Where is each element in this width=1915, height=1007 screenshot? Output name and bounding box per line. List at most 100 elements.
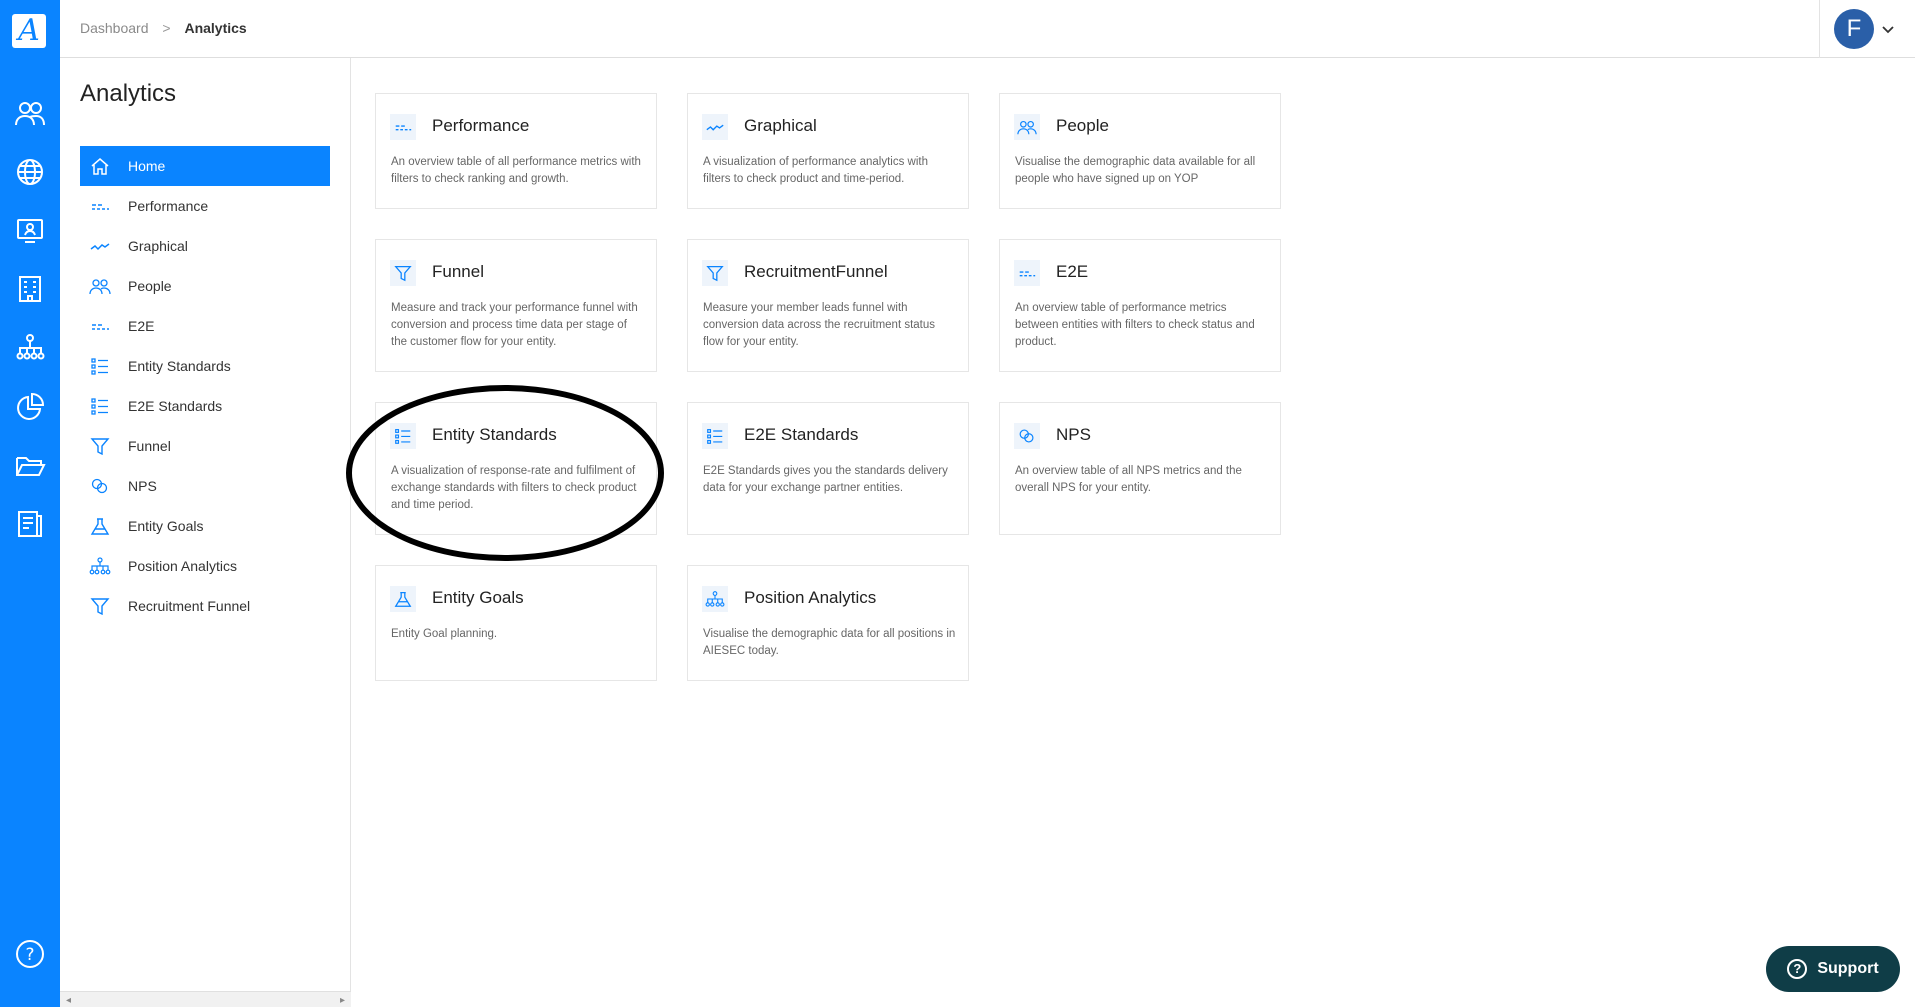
help-icon[interactable]: ? — [12, 937, 48, 971]
card-title: Graphical — [744, 116, 817, 135]
support-button[interactable]: ? Support — [1766, 946, 1900, 992]
sidebar-item-label: People — [128, 278, 172, 294]
sidebar-item-label: Home — [128, 158, 166, 174]
pie-chart-icon[interactable] — [12, 390, 48, 424]
table-icon — [1014, 260, 1040, 286]
circles-icon — [1014, 423, 1040, 449]
breadcrumb: Dashboard > Analytics — [80, 20, 247, 36]
building-icon[interactable] — [12, 272, 48, 306]
breadcrumb-current: Analytics — [184, 20, 247, 36]
funnel-icon — [88, 596, 112, 616]
card-description: A visualization of performance analytics… — [703, 156, 928, 185]
app-logo[interactable]: A — [12, 14, 46, 48]
sidebar-item-home[interactable]: Home — [80, 146, 330, 186]
horizontal-scrollbar[interactable]: ◂ ▸ — [60, 991, 351, 1007]
card-title: Entity Goals — [432, 588, 524, 607]
people-icon — [1014, 114, 1040, 140]
monitor-user-icon[interactable] — [12, 213, 48, 247]
card-description: An overview table of performance metrics… — [1015, 302, 1255, 348]
avatar[interactable]: F — [1834, 9, 1874, 49]
sidebar-item-e2e[interactable]: E2E — [80, 306, 330, 346]
sidebar-item-label: Graphical — [128, 238, 188, 254]
circles-icon — [88, 476, 112, 496]
card-description: A visualization of response-rate and ful… — [391, 465, 637, 511]
sidebar-item-nps[interactable]: NPS — [80, 466, 330, 506]
line-chart-icon — [702, 114, 728, 140]
card-recruitment-funnel[interactable]: RecruitmentFunnel Measure your member le… — [687, 239, 969, 372]
org-chart-icon — [88, 556, 112, 576]
card-title: E2E Standards — [744, 425, 859, 444]
card-funnel[interactable]: Funnel Measure and track your performanc… — [375, 239, 657, 372]
sidebar-item-label: Recruitment Funnel — [128, 598, 251, 614]
card-title: RecruitmentFunnel — [744, 262, 888, 281]
help-glyph: ? — [25, 945, 34, 965]
sidebar-item-people[interactable]: People — [80, 266, 330, 306]
scroll-right-icon[interactable]: ▸ — [340, 995, 345, 1006]
sidebar-item-position-analytics[interactable]: Position Analytics — [80, 546, 330, 586]
sidebar-item-entity-goals[interactable]: Entity Goals — [80, 506, 330, 546]
card-graphical[interactable]: Graphical A visualization of performance… — [687, 93, 969, 209]
sidebar-item-label: Position Analytics — [128, 558, 237, 574]
user-menu[interactable]: F — [1819, 0, 1915, 58]
list-icon — [88, 396, 112, 416]
card-entity-goals[interactable]: Entity Goals Entity Goal planning. — [375, 565, 657, 681]
card-title: People — [1056, 116, 1109, 135]
card-nps[interactable]: NPS An overview table of all NPS metrics… — [999, 402, 1281, 535]
card-description: E2E Standards gives you the standards de… — [703, 465, 948, 494]
funnel-icon — [702, 260, 728, 286]
breadcrumb-dashboard[interactable]: Dashboard — [80, 20, 149, 36]
card-title: Performance — [432, 116, 530, 135]
sidebar-item-performance[interactable]: Performance — [80, 186, 330, 226]
sidebar-item-e2e-standards[interactable]: E2E Standards — [80, 386, 330, 426]
chevron-down-icon[interactable] — [1882, 23, 1894, 35]
sidebar-item-label: Performance — [128, 198, 209, 214]
list-icon — [702, 423, 728, 449]
flask-icon — [88, 516, 112, 536]
sidebar-item-label: Funnel — [128, 438, 171, 454]
sidebar-item-graphical[interactable]: Graphical — [80, 226, 330, 266]
org-chart-icon[interactable] — [12, 331, 48, 365]
sidebar-item-label: E2E — [128, 318, 155, 334]
card-title: Funnel — [432, 262, 484, 281]
breadcrumb-separator: > — [162, 20, 171, 36]
table-icon — [390, 114, 416, 140]
org-chart-icon — [702, 586, 728, 612]
scroll-left-icon[interactable]: ◂ — [66, 995, 71, 1006]
sidebar-item-entity-standards[interactable]: Entity Standards — [80, 346, 330, 386]
card-description: Entity Goal planning. — [391, 628, 498, 640]
card-description: Visualise the demographic data for all p… — [703, 628, 956, 657]
app-rail: A ? — [0, 0, 60, 1007]
card-e2e-standards[interactable]: E2E Standards E2E Standards gives you th… — [687, 402, 969, 535]
sidebar-item-label: Entity Standards — [128, 358, 231, 374]
card-title: Entity Standards — [432, 425, 557, 444]
card-title: Position Analytics — [744, 588, 877, 607]
table-icon — [88, 316, 112, 336]
folder-open-icon[interactable] — [12, 449, 48, 483]
sidebar-menu: Home Performance Graphical People E2E En… — [80, 146, 330, 626]
card-e2e[interactable]: E2E An overview table of performance met… — [999, 239, 1281, 372]
top-bar: Dashboard > Analytics F — [60, 0, 1915, 58]
sidebar-item-recruitment-funnel[interactable]: Recruitment Funnel — [80, 586, 330, 626]
card-description: An overview table of all performance met… — [391, 156, 641, 185]
sidebar-item-label: E2E Standards — [128, 398, 223, 414]
funnel-icon — [390, 260, 416, 286]
globe-icon[interactable] — [12, 155, 48, 189]
people-icon[interactable] — [12, 96, 48, 130]
card-performance[interactable]: Performance An overview table of all per… — [375, 93, 657, 209]
card-title: E2E — [1056, 262, 1089, 281]
card-description: Measure your member leads funnel with co… — [703, 302, 936, 348]
card-people[interactable]: People Visualise the demographic data av… — [999, 93, 1281, 209]
help-icon: ? — [1787, 959, 1808, 979]
card-description: Measure and track your performance funne… — [391, 302, 638, 348]
home-icon — [88, 156, 112, 176]
page-title: Analytics — [80, 80, 177, 107]
sidebar-item-funnel[interactable]: Funnel — [80, 426, 330, 466]
report-icon[interactable] — [12, 507, 48, 541]
table-icon — [88, 196, 112, 216]
card-description: Visualise the demographic data available… — [1015, 156, 1256, 185]
support-label: Support — [1817, 960, 1879, 977]
list-icon — [88, 356, 112, 376]
flask-icon — [390, 586, 416, 612]
card-position-analytics[interactable]: Position Analytics Visualise the demogra… — [687, 565, 969, 681]
card-entity-standards[interactable]: Entity Standards A visualization of resp… — [375, 402, 657, 535]
